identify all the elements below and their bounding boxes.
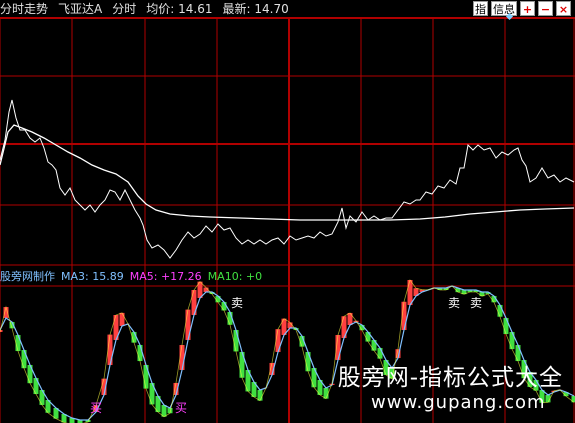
close-button[interactable]: × — [556, 1, 571, 16]
header-bar: 分时走势 飞亚达A 分时 均价: 14.61 最新: 14.70 — [0, 0, 289, 18]
ma10-value: +0 — [245, 270, 263, 283]
ma5-label: MA5: — [129, 270, 158, 283]
zoom-out-button[interactable]: − — [538, 1, 553, 16]
latest-label: 最新: — [222, 2, 251, 16]
latest-group: 最新: 14.70 — [222, 0, 288, 18]
buy-marker: 买 — [175, 401, 187, 415]
tab-label: 分时 — [112, 2, 137, 16]
avg-group: 均价: 14.61 — [146, 0, 212, 18]
avg-label: 均价: — [146, 2, 175, 16]
sell-marker: 卖 — [231, 296, 243, 310]
price-line — [0, 99, 575, 259]
buy-marker: 买 — [90, 401, 102, 415]
zoom-in-button[interactable]: + — [520, 1, 535, 16]
avg-value: 14.61 — [178, 2, 213, 16]
average-price-line — [0, 124, 575, 221]
ma3-readout: MA3: 15.89 — [61, 269, 124, 285]
toolbar: 指 信息 + − × — [473, 1, 571, 16]
ma3-value: 15.89 — [92, 270, 124, 283]
latest-value: 14.70 — [254, 2, 289, 16]
mode-title: 分时走势 — [0, 2, 49, 16]
info-button[interactable]: 信息 — [491, 1, 517, 16]
ma3-label: MA3: — [61, 270, 89, 283]
ma10-label: MA10: — [207, 270, 243, 283]
watermark-title: 股旁网-指标公式大全 — [337, 365, 563, 391]
indicator-bar: 股旁网制作 MA3: 15.89 MA5: +17.26 MA10: +0 — [0, 269, 262, 285]
indicator-name[interactable]: 股旁网制作 — [0, 269, 55, 285]
ma10-readout: MA10: +0 — [208, 269, 262, 285]
chart-window: 卖卖卖买买 分时走势 飞亚达A 分时 均价: 14.61 最新: 14.70 指… — [0, 0, 575, 423]
indicator-button[interactable]: 指 — [473, 1, 488, 16]
sell-marker: 卖 — [470, 296, 482, 310]
ma5-value: +17.26 — [160, 270, 202, 283]
sell-marker: 卖 — [448, 296, 460, 310]
stock-name: 飞亚达A — [58, 2, 103, 16]
watermark-url: www.gupang.com — [371, 392, 546, 413]
ma5-readout: MA5: +17.26 — [130, 269, 202, 285]
